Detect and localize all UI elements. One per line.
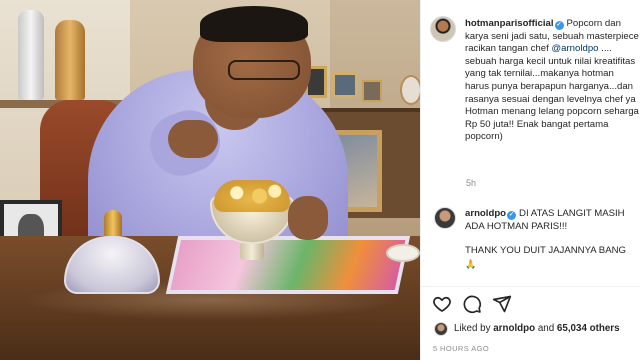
commenter-username[interactable]: arnoldpo	[465, 208, 506, 219]
verified-badge-icon: ✓	[554, 21, 564, 30]
author-avatar[interactable]	[430, 16, 456, 42]
likes-prefix: Liked by	[454, 323, 494, 334]
glasses	[228, 60, 300, 80]
caption-text-rest: .... sebuah harga kecil untuk nilai krea…	[465, 43, 639, 143]
hand	[288, 196, 328, 240]
comment-icon[interactable]	[462, 294, 482, 314]
liked-by-avatar[interactable]	[434, 322, 448, 336]
placemat	[165, 236, 411, 294]
share-icon[interactable]	[492, 294, 512, 314]
decorative-plate	[400, 75, 420, 105]
post-caption: hotmanparisofficial ✓ Popcorn dan karya se…	[465, 18, 640, 144]
picture-frame	[362, 80, 382, 102]
divider	[420, 286, 640, 287]
heart-icon[interactable]	[432, 294, 452, 314]
comment-line2-wrap: THANK YOU DUIT JAJANNYA BANG 🙏	[465, 245, 637, 271]
likes-user[interactable]: arnoldpo	[493, 323, 535, 334]
post-photo[interactable]	[0, 0, 420, 360]
author-username[interactable]: hotmanparisofficial	[465, 18, 554, 29]
caption-mention[interactable]: @arnoldpo	[551, 43, 598, 54]
caption-time[interactable]: 5h	[466, 178, 476, 188]
gold-trophy	[55, 20, 85, 100]
pray-emoji: 🙏	[465, 258, 477, 269]
comment-line2: THANK YOU DUIT JAJANNYA BANG	[465, 245, 626, 257]
commenter-avatar[interactable]	[434, 207, 456, 229]
likes-middle: and	[535, 323, 557, 334]
saucer	[386, 244, 420, 262]
post-timestamp[interactable]: 5 HOURS AGO	[433, 344, 489, 353]
comment: arnoldpo ✓ DI ATAS LANGIT MASIH ADA HOTMAN…	[465, 208, 637, 271]
golden-popcorn	[214, 180, 290, 212]
hair	[200, 6, 308, 42]
likes-summary[interactable]: Liked by arnoldpo and 65,034 others	[454, 323, 620, 334]
hand	[168, 120, 218, 158]
verified-badge-icon: ✓	[507, 211, 517, 220]
picture-frame	[332, 72, 358, 98]
bowl-stem	[240, 242, 264, 260]
likes-count[interactable]: 65,034 others	[557, 323, 620, 334]
silver-trophy	[18, 10, 44, 100]
